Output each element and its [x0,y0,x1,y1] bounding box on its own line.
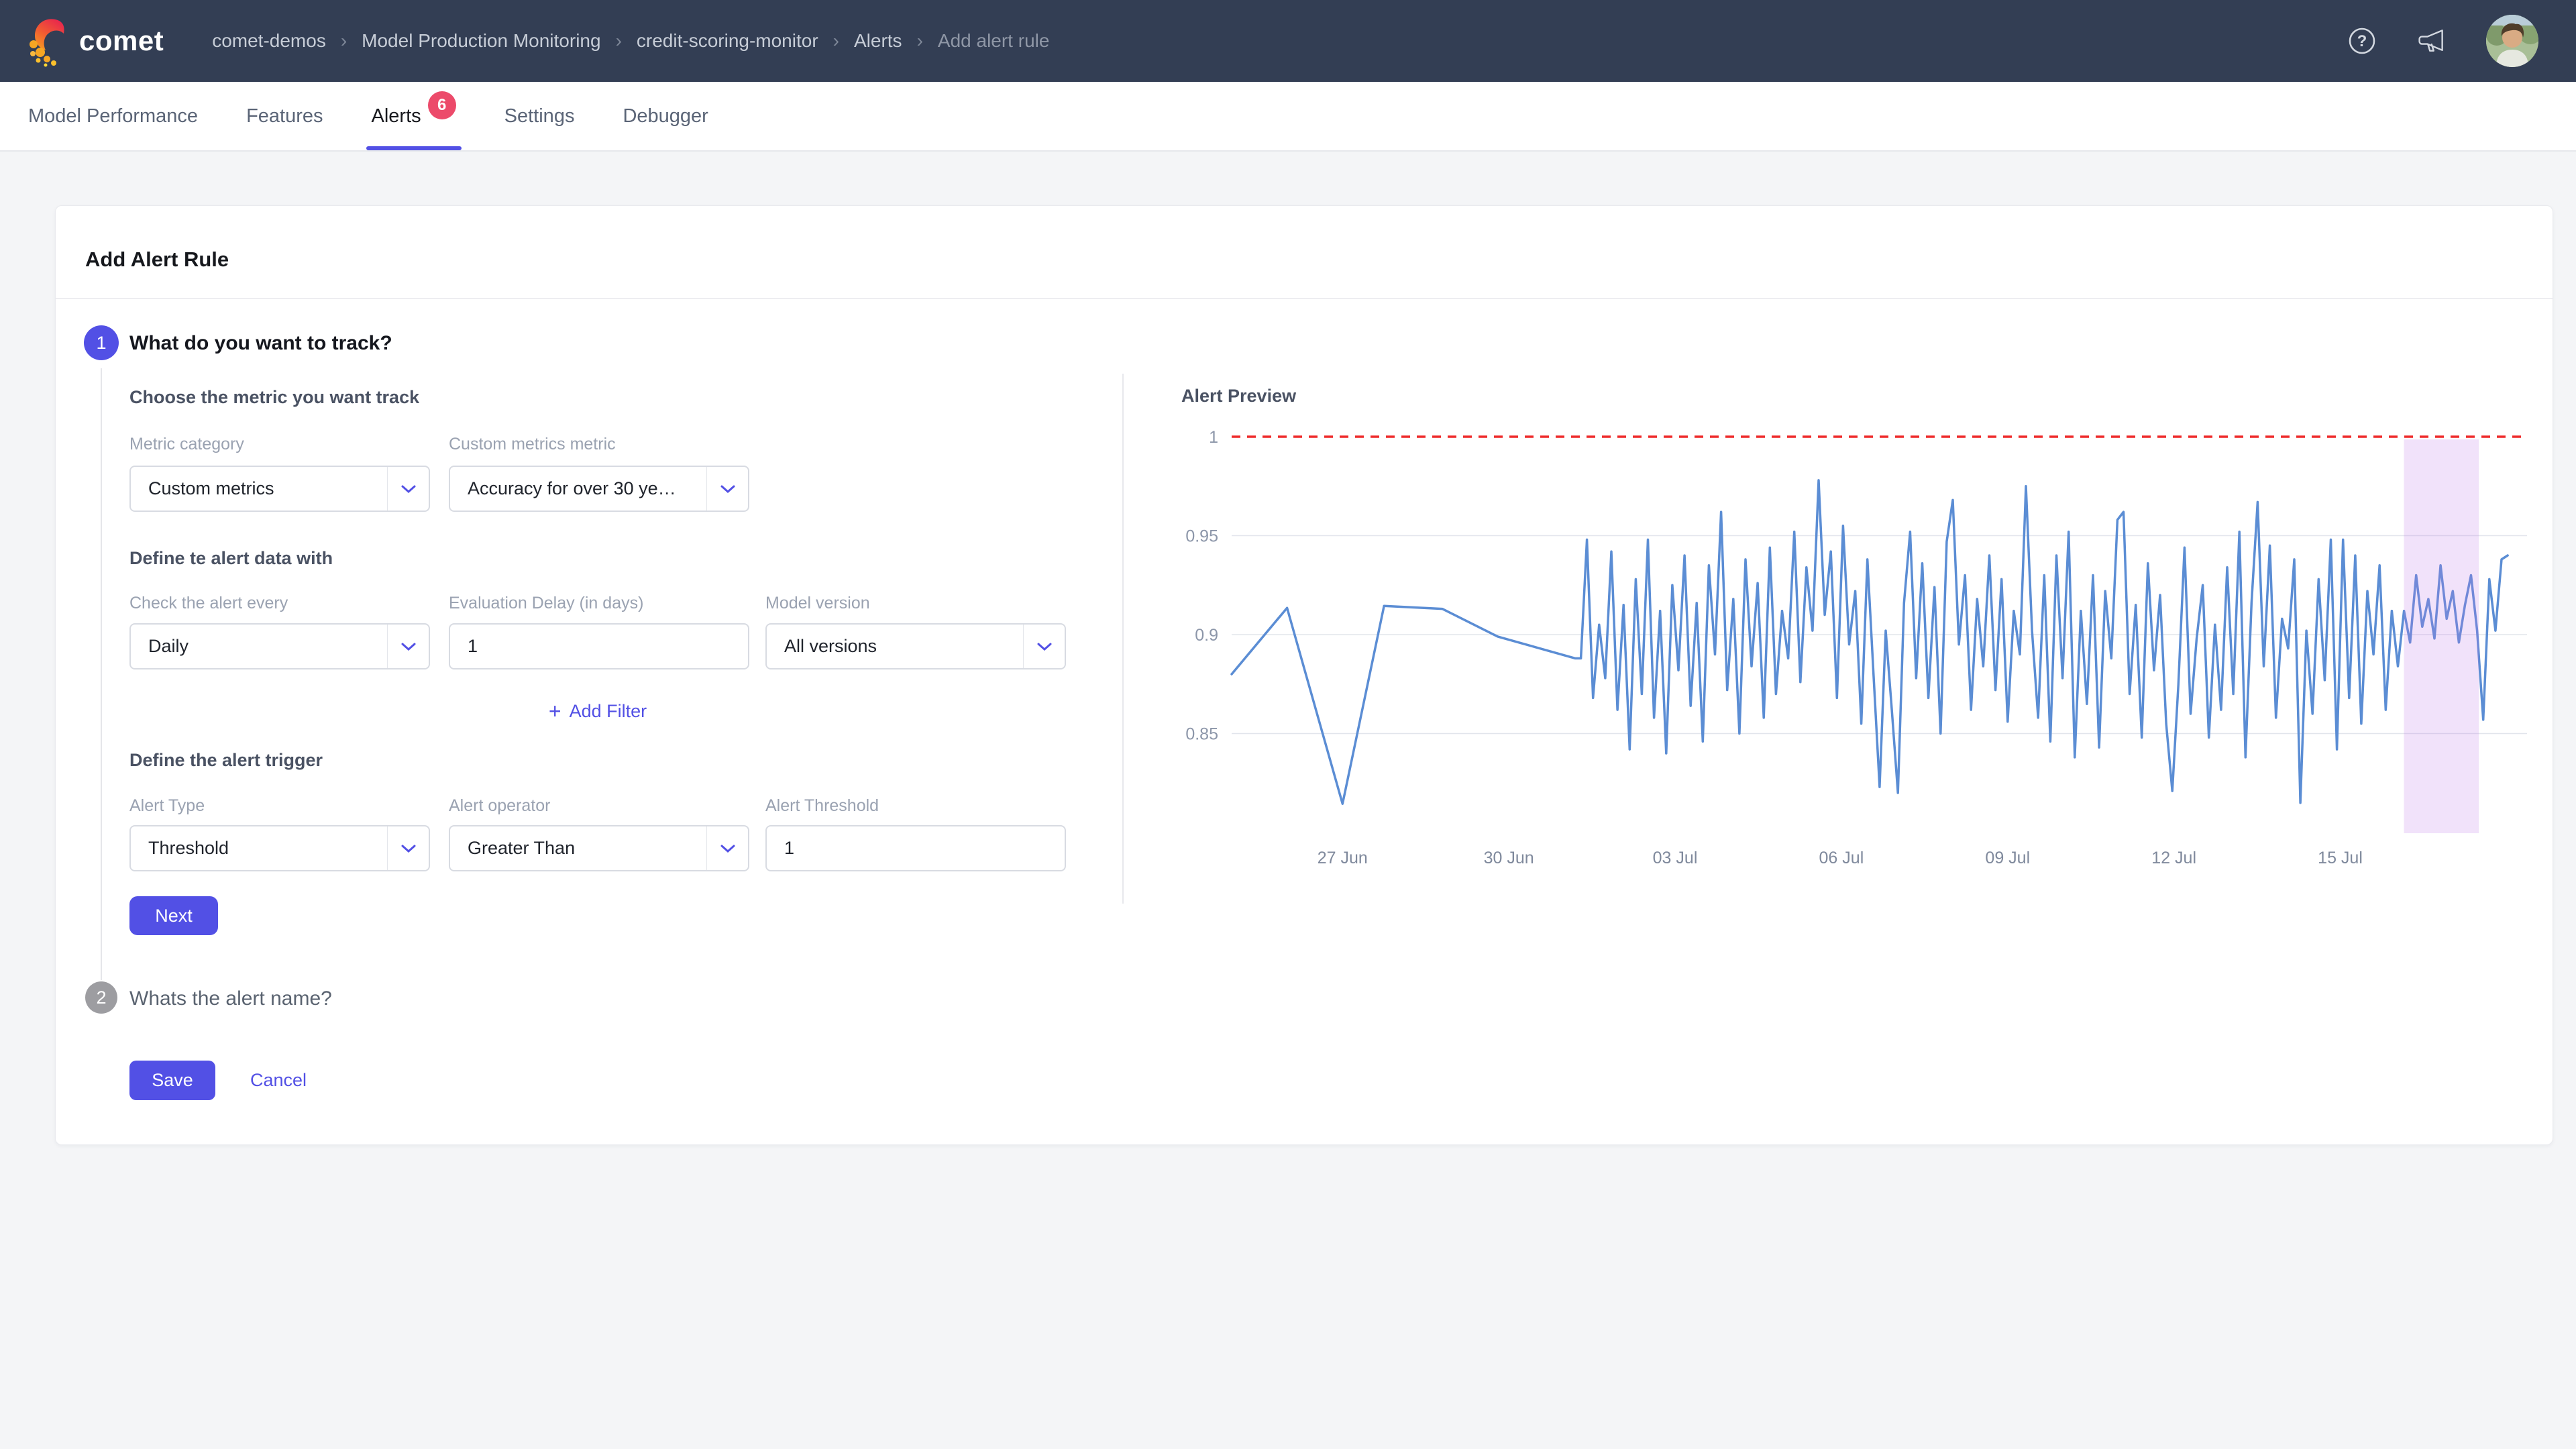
comet-logo-icon [27,15,70,67]
tab-alerts[interactable]: Alerts 6 [372,82,456,150]
metric-category-label: Metric category [129,435,244,454]
svg-text:15 Jul: 15 Jul [2318,849,2363,867]
tab-debugger[interactable]: Debugger [623,82,708,150]
svg-text:0.85: 0.85 [1185,725,1218,744]
custom-metric-label: Custom metrics metric [449,435,616,454]
model-version-label: Model version [765,594,870,613]
svg-text:06 Jul: 06 Jul [1819,849,1864,867]
alert-type-label: Alert Type [129,796,205,816]
tab-bar: Model Performance Features Alerts 6 Sett… [0,82,2576,152]
breadcrumb: comet-demos › Model Production Monitorin… [212,30,1049,52]
step-2-title: Whats the alert name? [129,987,332,1010]
breadcrumb-separator: › [917,30,923,52]
breadcrumb-separator: › [616,30,622,52]
comet-logo[interactable]: comet [27,15,164,67]
tab-settings[interactable]: Settings [504,82,575,150]
card-divider [56,298,2553,299]
svg-text:12 Jul: 12 Jul [2151,849,2196,867]
svg-text:0.9: 0.9 [1195,626,1218,645]
alert-operator-select[interactable]: Greater Than [449,825,749,871]
svg-text:?: ? [2357,32,2367,50]
metric-category-select[interactable]: Custom metrics [129,466,430,512]
page-title: Add Alert Rule [85,248,229,272]
chevron-down-icon [387,625,429,668]
add-filter-button[interactable]: + Add Filter [129,701,1066,722]
check-every-select[interactable]: Daily [129,623,430,669]
logo-text: comet [79,25,164,57]
section-header-metric: Choose the metric you want track [129,387,419,408]
avatar[interactable] [2486,15,2538,67]
chart-highlight-band [2404,439,2479,833]
chevron-down-icon [387,467,429,511]
svg-text:0.95: 0.95 [1185,527,1218,546]
add-alert-rule-card: Add Alert Rule 1 What do you want to tra… [55,205,2553,1145]
svg-text:30 Jun: 30 Jun [1484,849,1534,867]
breadcrumb-separator: › [341,30,347,52]
eval-delay-input[interactable]: 1 [449,623,749,669]
section-header-trigger: Define the alert trigger [129,750,323,771]
alerts-count-badge: 6 [428,91,456,119]
cancel-button[interactable]: Cancel [250,1070,307,1091]
alert-threshold-input[interactable]: 1 [765,825,1066,871]
breadcrumb-item[interactable]: credit-scoring-monitor [637,30,818,52]
custom-metric-select[interactable]: Accuracy for over 30 ye… [449,466,749,512]
svg-text:1: 1 [1209,428,1218,447]
svg-text:03 Jul: 03 Jul [1653,849,1698,867]
chevron-down-icon [706,826,748,870]
chevron-down-icon [387,826,429,870]
breadcrumb-separator: › [833,30,839,52]
model-version-select[interactable]: All versions [765,623,1066,669]
eval-delay-label: Evaluation Delay (in days) [449,594,643,613]
svg-text:09 Jul: 09 Jul [1985,849,2030,867]
section-header-data: Define te alert data with [129,548,333,569]
next-button[interactable]: Next [129,896,218,935]
breadcrumb-item[interactable]: comet-demos [212,30,326,52]
megaphone-icon[interactable] [2416,25,2447,56]
check-every-label: Check the alert every [129,594,288,613]
step-1-title: What do you want to track? [129,332,392,355]
form-chart-divider [1122,374,1124,904]
save-button[interactable]: Save [129,1061,215,1100]
alert-operator-label: Alert operator [449,796,550,816]
alert-preview-pane: Alert Preview 10.950.90.8527 Jun30 Jun03… [1142,374,2540,897]
chevron-down-icon [1023,625,1065,668]
header-actions: ? [2347,15,2538,67]
step-1-indicator: 1 [84,325,119,360]
breadcrumb-item[interactable]: Model Production Monitoring [362,30,600,52]
stepper-connector [101,368,102,980]
top-header: comet comet-demos › Model Production Mon… [0,0,2576,82]
svg-text:27 Jun: 27 Jun [1318,849,1368,867]
breadcrumb-item-current: Add alert rule [938,30,1050,52]
alert-threshold-label: Alert Threshold [765,796,879,816]
help-icon[interactable]: ? [2347,25,2377,56]
breadcrumb-item[interactable]: Alerts [854,30,902,52]
step-2-indicator: 2 [85,981,117,1014]
chevron-down-icon [706,467,748,511]
alert-preview-chart: 1 0.95 0.9 0.85 27 Jun 30 Jun 03 Jul 06 Jul 09 J… [1142,374,2540,897]
tab-model-performance[interactable]: Model Performance [28,82,198,150]
plus-icon: + [549,702,561,720]
alert-type-select[interactable]: Threshold [129,825,430,871]
tab-features[interactable]: Features [246,82,323,150]
